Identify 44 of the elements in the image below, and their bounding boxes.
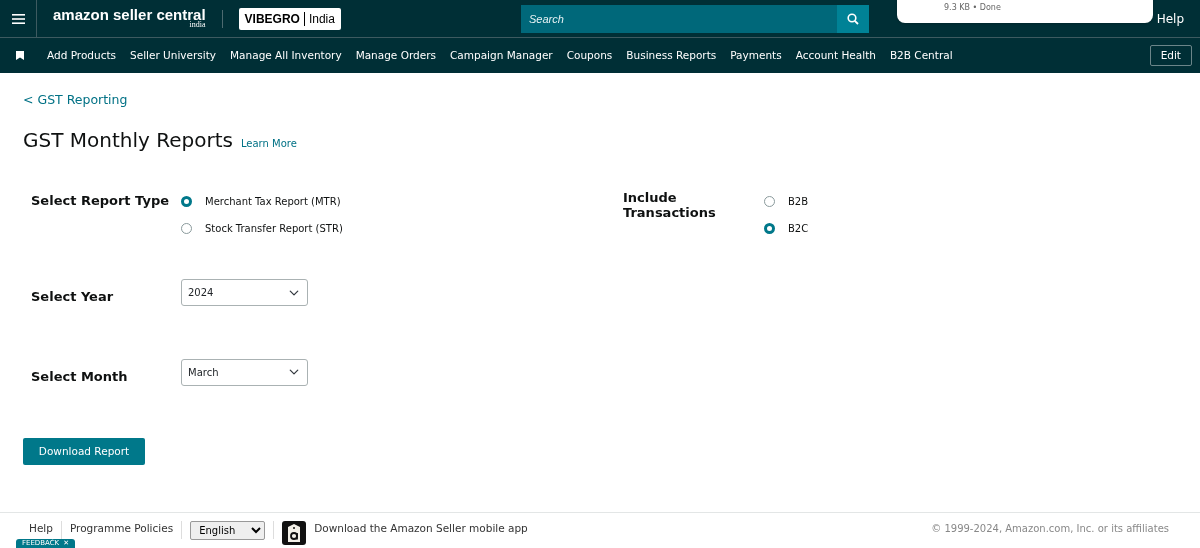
nav-link[interactable]: Manage All Inventory [223,47,349,64]
app-icon[interactable] [282,521,307,545]
option-label: Stock Transfer Report (STR) [205,222,343,236]
nav-link[interactable]: Campaign Manager [443,47,560,64]
month-dropdown[interactable]: March [181,358,308,386]
radio-button[interactable] [764,223,775,234]
language-dropdown[interactable]: English [190,521,266,540]
transactions-label: Include Transactions [623,191,717,222]
report-type-label: Select Report Type [31,192,171,210]
month-label: Select Month [31,367,129,386]
download-report-button[interactable]: Download Report [23,438,145,465]
option-label: B2B [788,195,809,209]
nav-link[interactable]: Seller University [123,47,224,64]
bookmark-icon[interactable] [16,51,24,60]
nav-link[interactable]: Business Reports [619,47,724,64]
nav-link[interactable]: Manage Orders [348,47,443,64]
store-name: VIBEGRO India [238,7,341,30]
app-download-text: Download the Amazon Seller mobile app [314,521,528,536]
page-title: GST Monthly Reports [23,127,233,154]
download-popup: 9.3 KB • Done [897,0,1153,23]
radio-button[interactable] [764,196,775,207]
radio-button[interactable] [181,223,192,234]
menu-icon[interactable] [11,13,25,24]
edit-button[interactable]: Edit [1149,44,1192,67]
option-label: Merchant Tax Report (MTR) [205,195,341,209]
nav-link[interactable]: B2B Central [882,47,960,64]
logo[interactable]: amazon seller central india [53,6,206,31]
search-button[interactable] [837,5,869,33]
year-dropdown[interactable]: 2024 [181,279,308,307]
nav-link[interactable]: Coupons [559,47,620,64]
radio-button[interactable] [181,196,192,207]
footer-link[interactable]: Programme Policies [69,521,174,537]
option-label: B2C [788,222,809,236]
back-link[interactable]: < GST Reporting [23,91,128,110]
nav-link[interactable]: Account Health [788,47,883,64]
nav-link[interactable]: Payments [723,47,789,64]
search-icon [847,13,859,25]
copyright-text: © 1999-2024, Amazon.com, Inc. or its affiliates [931,522,1169,536]
nav-link[interactable]: Add Products [40,47,123,64]
year-label: Select Year [31,288,115,306]
search-field[interactable]: Search [521,5,837,33]
learn-more-link[interactable]: Learn More [240,136,297,151]
footer-link[interactable]: Help [29,521,53,537]
help-link[interactable]: Help [1156,9,1184,28]
